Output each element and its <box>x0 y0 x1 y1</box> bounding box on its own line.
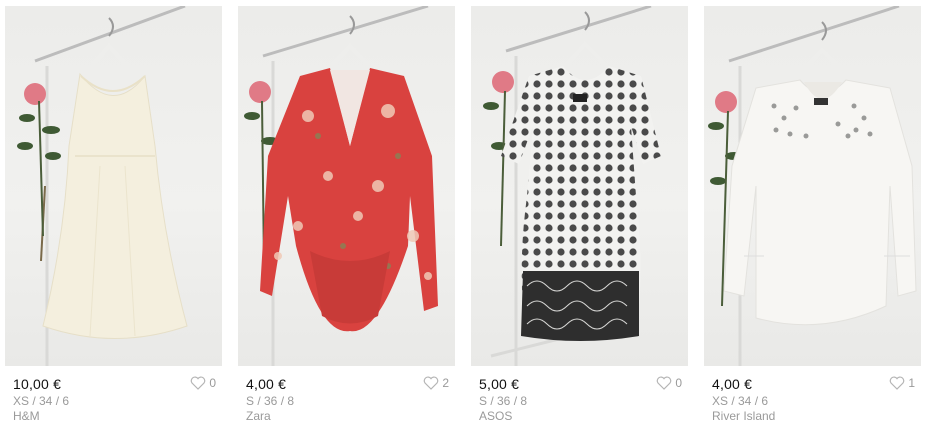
white-blouse-image <box>708 6 917 366</box>
item-brand[interactable]: ASOS <box>479 409 680 424</box>
favorite-button[interactable]: 0 <box>190 376 216 390</box>
cream-dress-image <box>17 6 188 366</box>
item-info: 4,00 € XS / 34 / 6 River Island 1 <box>704 366 921 424</box>
heart-icon <box>424 376 439 390</box>
favorite-count: 1 <box>908 376 915 390</box>
favorite-count: 2 <box>442 376 449 390</box>
item-size: S / 36 / 8 <box>246 394 295 408</box>
item-price: 5,00 € <box>479 376 520 392</box>
favorite-count: 0 <box>675 376 682 390</box>
favorite-button[interactable]: 0 <box>656 376 682 390</box>
item-price: 10,00 € <box>13 376 62 392</box>
item-brand[interactable]: River Island <box>712 409 913 424</box>
polka-dot-dress-image <box>483 6 661 366</box>
heart-icon <box>890 376 905 390</box>
item-brand[interactable]: Zara <box>246 409 447 424</box>
item-photo-polka-dot-dress[interactable] <box>471 6 688 366</box>
item-info: 10,00 € XS / 34 / 6 H&M 0 <box>5 366 222 424</box>
item-info: 5,00 € S / 36 / 8 ASOS 0 <box>471 366 688 424</box>
item-price: 4,00 € <box>712 376 753 392</box>
item-card[interactable]: 5,00 € S / 36 / 8 ASOS 0 <box>471 6 688 436</box>
item-card[interactable]: 4,00 € XS / 34 / 6 River Island 1 <box>704 6 921 436</box>
red-bodysuit-image <box>244 6 438 366</box>
heart-icon <box>191 376 206 390</box>
item-price: 4,00 € <box>246 376 287 392</box>
item-size: XS / 34 / 6 <box>13 394 70 408</box>
item-size: XS / 34 / 6 <box>712 394 769 408</box>
favorite-button[interactable]: 1 <box>889 376 915 390</box>
item-photo-red-bodysuit[interactable] <box>238 6 455 366</box>
item-size: S / 36 / 8 <box>479 394 528 408</box>
item-photo-white-blouse[interactable] <box>704 6 921 366</box>
favorite-button[interactable]: 2 <box>423 376 449 390</box>
item-card[interactable]: 10,00 € XS / 34 / 6 H&M 0 <box>5 6 222 436</box>
item-grid: 10,00 € XS / 34 / 6 H&M 0 4,00 € S / 36 … <box>0 0 928 436</box>
item-info: 4,00 € S / 36 / 8 Zara 2 <box>238 366 455 424</box>
heart-icon <box>657 376 672 390</box>
item-photo-cream-dress[interactable] <box>5 6 222 366</box>
rose-flower <box>17 83 61 237</box>
item-brand[interactable]: H&M <box>13 409 214 424</box>
item-card[interactable]: 4,00 € S / 36 / 8 Zara 2 <box>238 6 455 436</box>
favorite-count: 0 <box>209 376 216 390</box>
